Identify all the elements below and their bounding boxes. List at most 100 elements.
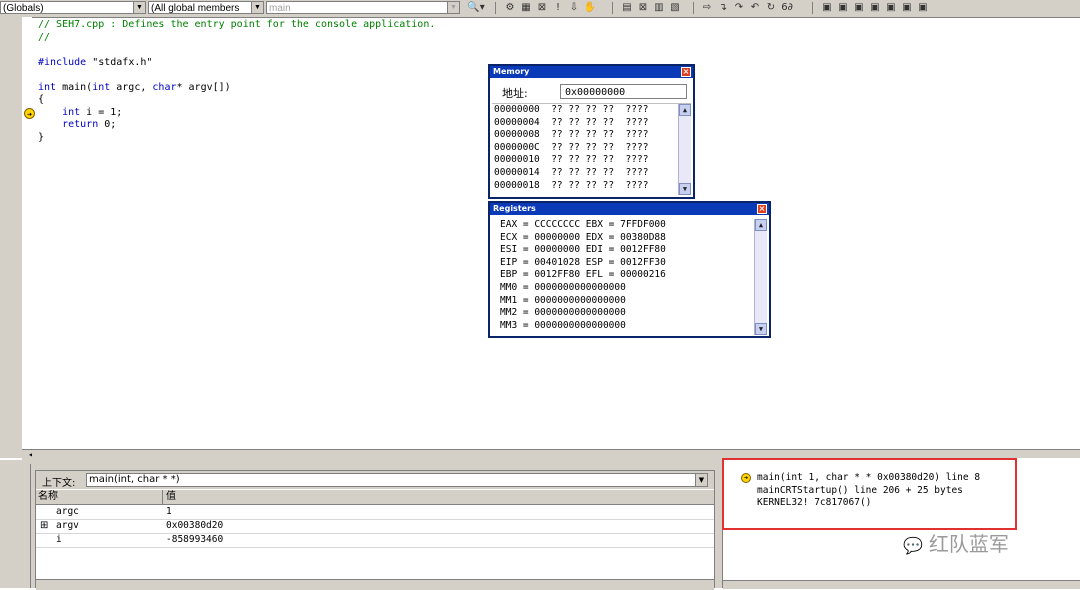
members-combo[interactable]: (All global members ▼	[148, 1, 264, 14]
code-text: * argv[])	[176, 81, 231, 93]
step-into-icon[interactable]: ↴	[716, 1, 730, 14]
memory-row: 00000010 ?? ?? ?? ?? ????	[494, 154, 649, 166]
code-text: i = 1;	[80, 106, 123, 118]
memory-scrollbar[interactable]: ▲ ▼	[678, 104, 691, 195]
toolbar-separator	[612, 2, 613, 14]
step-out-icon[interactable]: ↶	[748, 1, 762, 14]
code-line: return 0;	[38, 119, 435, 132]
go-icon[interactable]: ⇩	[567, 1, 581, 14]
address-input[interactable]: 0x00000000	[560, 84, 687, 99]
call-stack-highlight-box	[722, 458, 1017, 530]
build-icon[interactable]: ▦	[519, 1, 533, 14]
members-combo-value: (All global members	[151, 3, 240, 14]
find-icon[interactable]: 🔍▾	[464, 1, 488, 14]
compile-icon[interactable]: ⚙	[503, 1, 517, 14]
disassembly-window-icon[interactable]: ▣	[900, 1, 914, 14]
wechat-icon: 💬	[903, 536, 923, 555]
register-row: EBP = 0012FF80 EFL = 00000216	[500, 269, 666, 281]
registers-scrollbar[interactable]: ▲ ▼	[754, 219, 767, 335]
margin-strip	[22, 17, 32, 458]
execute-icon[interactable]: !	[551, 1, 565, 14]
code-keyword: char	[152, 81, 177, 93]
column-header-name[interactable]: 名称	[38, 490, 58, 504]
call-stack-window-icon[interactable]: ▣	[884, 1, 898, 14]
restart-icon[interactable]: ▤	[620, 1, 634, 14]
expand-icon[interactable]: ⊞	[40, 519, 48, 533]
chevron-down-icon[interactable]: ▼	[447, 2, 459, 13]
break-icon[interactable]: ▥	[652, 1, 666, 14]
watermark-text: 红队蓝军	[928, 532, 1009, 556]
memory-row: 00000014 ?? ?? ?? ?? ????	[494, 166, 649, 178]
variable-row[interactable]: ⊞ argv 0x00380d20	[36, 519, 714, 534]
code-text: argc,	[110, 81, 153, 93]
register-row: EIP = 00401028 ESP = 0012FF30	[500, 256, 666, 268]
code-keyword: #include	[38, 56, 87, 68]
scope-combo[interactable]: (Globals) ▼	[0, 1, 146, 14]
toolbar-separator	[693, 2, 694, 14]
code-editor[interactable]: // SEH7.cpp : Defines the entry point fo…	[38, 19, 435, 144]
column-header-value[interactable]: 值	[166, 490, 176, 504]
step-over-icon[interactable]: ↷	[732, 1, 746, 14]
code-text: }	[38, 131, 45, 143]
scope-combo-value: (Globals)	[3, 3, 44, 14]
context-combo-value: main(int, char * *)	[89, 474, 180, 485]
toolbar-separator	[812, 2, 813, 14]
dock-grip[interactable]	[20, 464, 31, 588]
run-to-cursor-icon[interactable]: ↻	[764, 1, 778, 14]
stop-build-icon[interactable]: ⊠	[535, 1, 549, 14]
code-line: {	[38, 94, 435, 107]
variable-name: argc	[56, 506, 79, 517]
scroll-up-icon[interactable]: ▲	[755, 219, 767, 231]
breakpoint-hand-icon[interactable]: ✋	[583, 1, 597, 14]
context-label: 上下文:	[42, 478, 76, 489]
register-row: EAX = CCCCCCCC EBX = 7FFDF000	[500, 219, 666, 230]
scroll-down-icon[interactable]: ▼	[679, 183, 691, 195]
registers-window-title: Registers	[493, 204, 536, 213]
watermark: 💬 红队蓝军	[903, 528, 1009, 557]
registers-window-icon[interactable]: ▣	[852, 1, 866, 14]
close-icon[interactable]: ×	[681, 67, 691, 77]
memory-window-title-bar[interactable]: Memory ×	[490, 66, 693, 78]
variables-tab-strip[interactable]	[36, 579, 714, 590]
watch-window-icon[interactable]: ▣	[820, 1, 834, 14]
code-text: 0;	[98, 119, 117, 130]
scroll-left-icon[interactable]: ◂	[28, 450, 33, 460]
code-keyword: int	[38, 81, 57, 93]
variable-row[interactable]: argc 1	[36, 505, 714, 520]
toolbar-icon[interactable]: ▣	[916, 1, 930, 14]
context-combo[interactable]: main(int, char * *) ▼	[86, 473, 708, 487]
chevron-down-icon[interactable]: ▼	[695, 474, 707, 486]
quick-watch-icon[interactable]: 6∂	[780, 1, 794, 14]
scroll-up-icon[interactable]: ▲	[679, 104, 691, 116]
memory-row: 00000000 ?? ?? ?? ?? ????	[494, 104, 649, 115]
memory-rows: 00000000 ?? ?? ?? ?? ???? 00000004 ?? ?? …	[494, 104, 674, 192]
scroll-down-icon[interactable]: ▼	[755, 323, 767, 335]
register-row: MM2 = 0000000000000000	[500, 307, 626, 319]
memory-window-title: Memory	[493, 67, 530, 76]
apply-changes-icon[interactable]: ▧	[668, 1, 682, 14]
code-line: int main(int argc, char* argv[])	[38, 82, 435, 95]
registers-window[interactable]: Registers × EAX = CCCCCCCC EBX = 7FFDF00…	[488, 201, 771, 338]
variable-name: argv	[56, 520, 79, 531]
code-comment: // SEH7.cpp : Defines the entry point fo…	[38, 19, 436, 30]
memory-window[interactable]: Memory × 地址: 0x00000000 00000000 ?? ?? ?…	[488, 64, 695, 199]
stop-debug-icon[interactable]: ⊠	[636, 1, 650, 14]
code-line: #include "stdafx.h"	[38, 57, 435, 70]
variables-window[interactable]: 上下文: main(int, char * *) ▼ 名称 值 argc 1 ⊞ ar…	[35, 470, 715, 590]
close-icon[interactable]: ×	[757, 204, 767, 214]
code-line: int i = 1;	[38, 107, 435, 120]
chevron-down-icon[interactable]: ▼	[251, 2, 263, 13]
chevron-down-icon[interactable]: ▼	[133, 2, 145, 13]
variable-row[interactable]: i -858993460	[36, 533, 714, 548]
variables-window-icon[interactable]: ▣	[836, 1, 850, 14]
code-line: }	[38, 132, 435, 145]
registers-window-title-bar[interactable]: Registers ×	[490, 203, 769, 215]
register-row: ESI = 00000000 EDI = 0012FF80	[500, 244, 666, 256]
function-combo[interactable]: main ▼	[266, 1, 460, 14]
memory-window-icon[interactable]: ▣	[868, 1, 882, 14]
show-next-statement-icon[interactable]: ⇨	[700, 1, 714, 14]
register-rows: EAX = CCCCCCCC EBX = 7FFDF000 ECX = 00000…	[500, 219, 750, 332]
variables-header: 名称 值	[36, 490, 714, 505]
